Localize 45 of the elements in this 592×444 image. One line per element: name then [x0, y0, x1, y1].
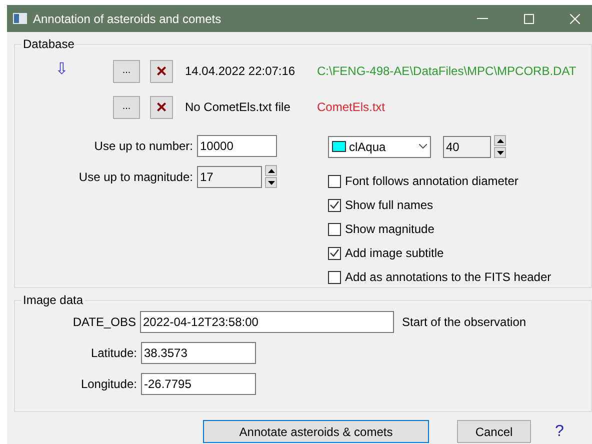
help-button[interactable]: ? [555, 424, 564, 440]
file-path: C:\FENG-498-AE\DataFiles\MPC\MPCORB.DAT [317, 63, 576, 80]
checkbox[interactable]: Font follows annotation diameter [328, 172, 552, 190]
spin-up-button[interactable] [265, 165, 277, 176]
spin-down-button[interactable] [494, 147, 506, 158]
field-label: DATE_OBS [72, 314, 137, 331]
browse-button[interactable]: ... [113, 60, 140, 82]
down-arrow-icon [268, 180, 274, 184]
size-field[interactable]: 40 [443, 136, 491, 158]
latitude-field[interactable]: 38.3573 [141, 342, 256, 364]
check-icon [330, 201, 339, 209]
magnitude-field[interactable]: 17 [197, 166, 262, 188]
field-label: Longitude: [80, 376, 138, 393]
file-status: No CometEls.txt file [185, 99, 292, 116]
checkbox[interactable]: Show magnitude [328, 220, 552, 238]
field-label: Use up to magnitude: [78, 168, 194, 186]
file-path: CometEls.txt [317, 99, 386, 116]
file-status: 14.04.2022 22:07:16 [185, 63, 296, 80]
clear-button[interactable]: × [150, 96, 173, 118]
field-hint: Start of the observation [402, 314, 526, 331]
chevron-down-icon [419, 144, 427, 149]
close-icon[interactable] [570, 14, 580, 24]
spin-up-button[interactable] [494, 135, 506, 146]
checkbox[interactable]: Show full names [328, 196, 552, 214]
clear-button[interactable]: × [150, 60, 173, 82]
cancel-button[interactable]: Cancel [457, 420, 531, 443]
up-arrow-icon [268, 168, 274, 172]
checkbox[interactable]: Add image subtitle [328, 244, 552, 262]
date-field[interactable]: 2022-04-12T23:58:00 [140, 311, 394, 333]
number-field[interactable]: 10000 [197, 135, 277, 157]
field-label: Latitude: [90, 345, 138, 362]
window-title: Annotation of asteroids and comets [33, 10, 222, 28]
maximize-icon[interactable] [524, 14, 534, 24]
down-arrow-icon [496, 150, 504, 154]
longitude-field[interactable]: -26.7795 [141, 373, 256, 395]
down-arrow-icon: ⇩ [55, 61, 68, 78]
annotate-button[interactable]: Annotate asteroids & comets [203, 420, 429, 443]
color-dropdown[interactable]: clAqua [328, 136, 431, 158]
field-label: Use up to number: [93, 138, 194, 155]
browse-button[interactable]: ... [113, 96, 140, 118]
checkbox[interactable]: Add as annotations to the FITS header [328, 268, 552, 286]
check-icon [330, 249, 339, 257]
spin-down-button[interactable] [265, 177, 277, 188]
window-icon [13, 13, 27, 24]
up-arrow-icon [496, 138, 504, 142]
